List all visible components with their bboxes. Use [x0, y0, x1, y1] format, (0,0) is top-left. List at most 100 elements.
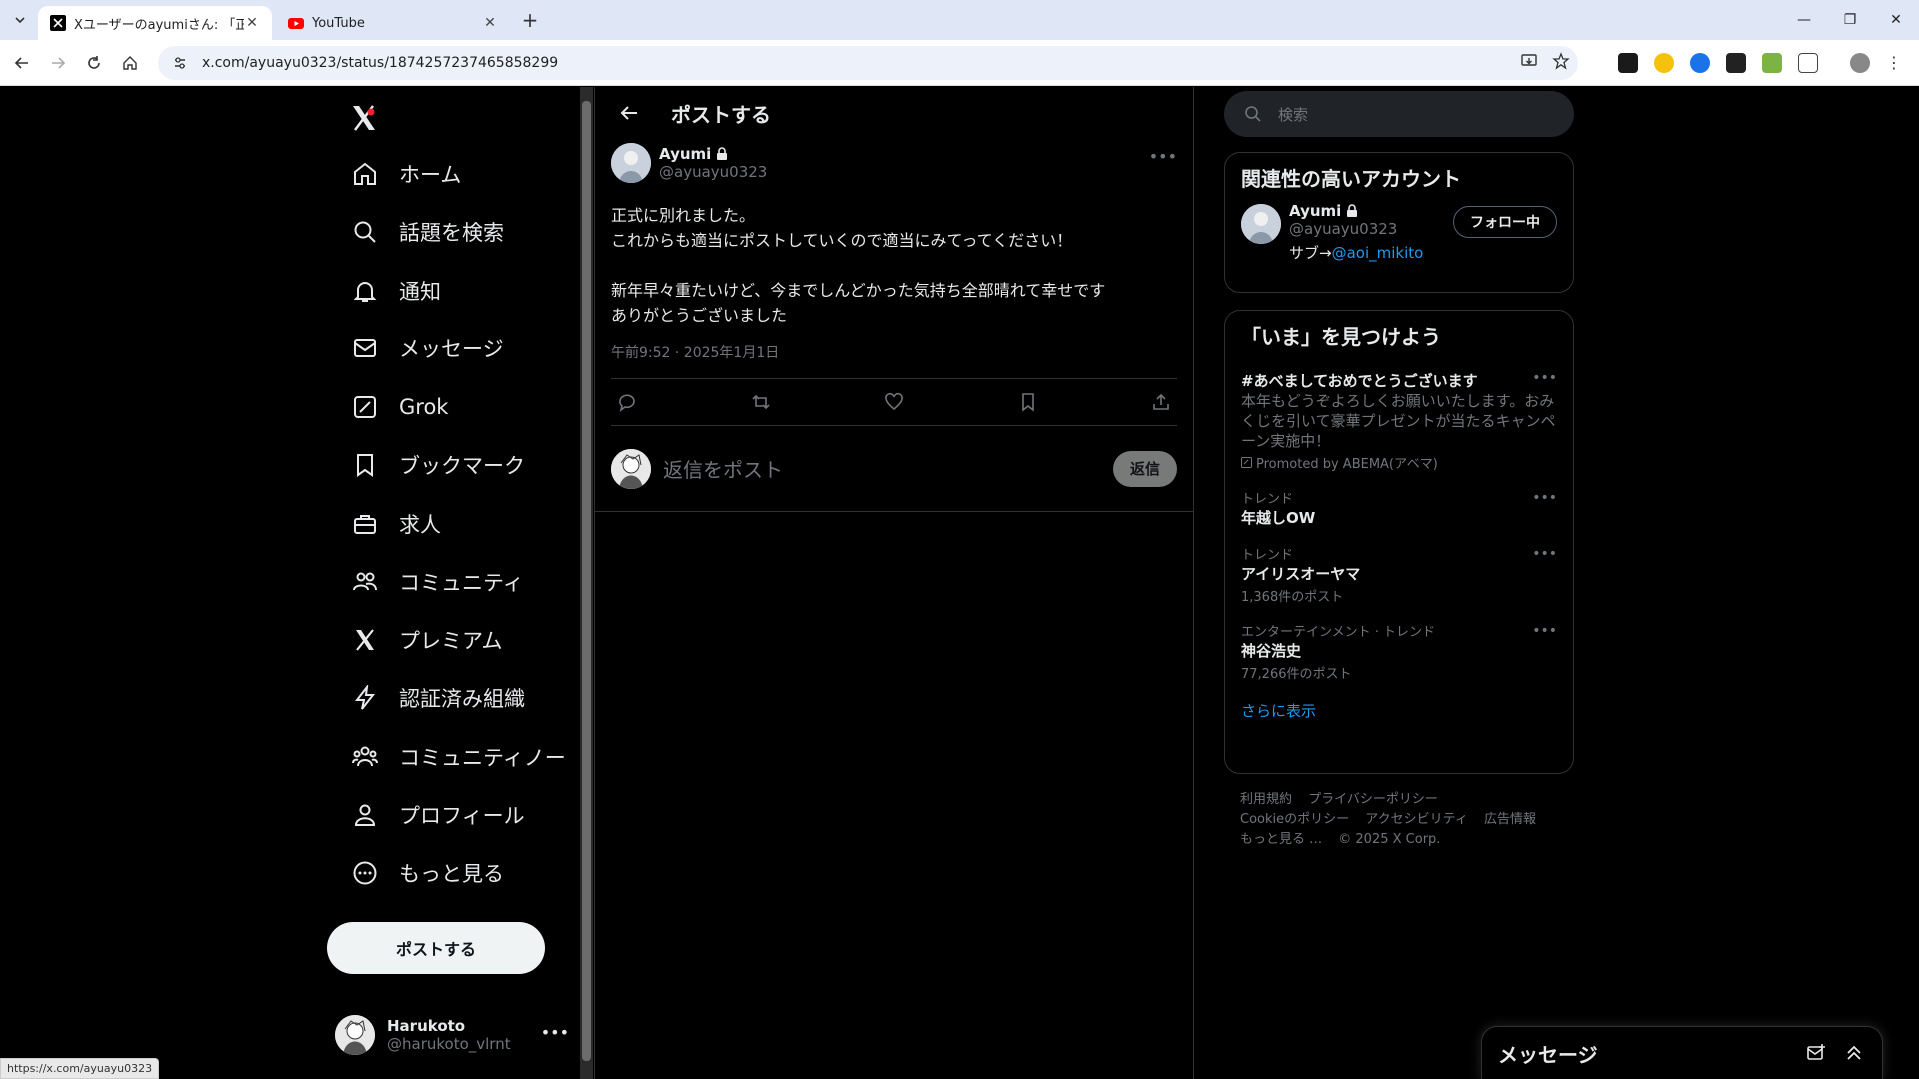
trend-item[interactable]: トレンド 年越しOW •••: [1225, 480, 1573, 536]
suggested-account[interactable]: Ayumi @ayuayu0323 サブ→@aoi_mikito フォロー中: [1225, 202, 1573, 278]
extension-icon[interactable]: [1726, 53, 1746, 73]
back-arrow-icon[interactable]: [611, 95, 647, 131]
new-message-icon[interactable]: [1804, 1041, 1828, 1065]
expand-chevron-up-icon[interactable]: [1842, 1041, 1866, 1065]
reload-icon[interactable]: [80, 49, 108, 77]
account-name[interactable]: Ayumi: [1289, 202, 1341, 220]
back-icon[interactable]: [8, 49, 36, 77]
nav-verified-orgs[interactable]: 認証済み組織: [339, 673, 537, 723]
x-logo-icon[interactable]: [339, 93, 389, 143]
avatar: [335, 1015, 375, 1055]
nav-community-notes[interactable]: コミュニティノー: [339, 732, 578, 782]
author-name[interactable]: Ayumi: [659, 145, 711, 163]
new-tab-icon[interactable]: +: [518, 8, 542, 32]
site-info-icon[interactable]: [170, 53, 190, 73]
author-handle[interactable]: @ayuayu0323: [659, 163, 767, 181]
more-dots-icon[interactable]: •••: [541, 1023, 569, 1042]
bookmark-star-icon[interactable]: [1552, 52, 1570, 70]
footer-link[interactable]: Cookieのポリシー: [1240, 812, 1349, 827]
nav-grok[interactable]: Grok: [339, 382, 460, 432]
tab-close-icon[interactable]: ✕: [244, 15, 260, 31]
scrollbar-thumb[interactable]: [582, 101, 591, 1061]
post-line: 正式に別れました。: [611, 206, 756, 225]
nav-notifications[interactable]: 通知: [339, 266, 453, 316]
person-icon: [351, 801, 379, 829]
nav-more[interactable]: もっと見る: [339, 848, 516, 898]
right-sidebar: 検索 関連性の高いアカウント Ayumi @ayuayu0323 サブ→@aoi…: [1224, 87, 1574, 1079]
nav-explore[interactable]: 話題を検索: [339, 207, 516, 257]
nav-jobs[interactable]: 求人: [339, 499, 453, 549]
profile-avatar-icon[interactable]: [1850, 53, 1870, 73]
more-dots-icon[interactable]: •••: [1532, 490, 1557, 506]
following-button[interactable]: フォロー中: [1453, 206, 1557, 238]
address-bar[interactable]: x.com/ayuayu0323/status/1874257237465858…: [158, 46, 1578, 80]
browser-tab-bar: Xユーザーのayumiさん: 「正式に別 ✕ YouTube ✕ + — ❐ ✕: [0, 0, 1919, 40]
nav-premium[interactable]: プレミアム: [339, 615, 515, 665]
like-heart-icon[interactable]: [882, 390, 906, 414]
footer-link[interactable]: 広告情報: [1484, 812, 1536, 827]
show-more-link[interactable]: さらに表示: [1225, 690, 1573, 739]
share-icon[interactable]: [1149, 390, 1173, 414]
footer-link[interactable]: プライバシーポリシー: [1308, 792, 1438, 807]
browser-menu-icon[interactable]: ⋮: [1884, 53, 1904, 73]
repost-icon[interactable]: [749, 390, 773, 414]
promoted-trend[interactable]: #あべましておめでとうございます 本年もどうぞよろしくお願いいたします。おみくじ…: [1225, 360, 1573, 480]
post-line: [611, 253, 1177, 278]
tab-close-icon[interactable]: ✕: [482, 15, 498, 31]
reply-icon[interactable]: [615, 390, 639, 414]
post-button[interactable]: ポストする: [327, 922, 545, 974]
trend-item[interactable]: トレンド アイリスオーヤマ 1,368件のポスト •••: [1225, 536, 1573, 613]
restore-icon[interactable]: ❐: [1827, 0, 1873, 40]
home-browser-icon[interactable]: [116, 49, 144, 77]
avatar[interactable]: [611, 143, 651, 183]
nav-profile[interactable]: プロフィール: [339, 790, 537, 840]
nav-messages[interactable]: メッセージ: [339, 323, 516, 373]
extension-icon[interactable]: [1618, 53, 1638, 73]
post-line: ありがとうございました: [611, 306, 788, 325]
post-author[interactable]: Ayumi @ayuayu0323: [611, 139, 1177, 187]
tab-youtube[interactable]: YouTube ✕: [276, 6, 510, 40]
page-scrollbar[interactable]: [580, 87, 593, 1079]
minimize-icon[interactable]: —: [1781, 0, 1827, 40]
extension-icon[interactable]: [1654, 53, 1674, 73]
youtube-favicon-icon: [288, 15, 304, 31]
footer-link[interactable]: もっと見る …: [1240, 832, 1322, 847]
trend-item[interactable]: エンターテインメント · トレンド 神谷浩史 77,266件のポスト •••: [1225, 613, 1573, 690]
extension-icon[interactable]: [1762, 53, 1782, 73]
account-switcher[interactable]: Harukoto @harukoto_vlrnt •••: [335, 1005, 575, 1065]
extension-icon[interactable]: [1690, 53, 1710, 73]
install-app-icon[interactable]: [1520, 52, 1538, 70]
window-close-icon[interactable]: ✕: [1873, 0, 1919, 40]
account-name-row[interactable]: Ayumi: [1289, 202, 1423, 220]
search-input[interactable]: 検索: [1224, 91, 1574, 137]
left-navigation: ホーム 話題を検索 通知 メッセージ Grok ブックマーク 求人 コミュニティ…: [325, 87, 575, 1079]
post-actions: [611, 378, 1177, 426]
author-name-row[interactable]: Ayumi: [659, 145, 767, 163]
tab-search-chevron-icon[interactable]: [8, 8, 32, 32]
messages-drawer[interactable]: メッセージ: [1481, 1026, 1883, 1079]
footer-link[interactable]: 利用規約: [1240, 792, 1292, 807]
reply-button[interactable]: 返信: [1113, 450, 1177, 487]
trend-meta: トレンド: [1241, 548, 1294, 563]
briefcase-icon: [351, 510, 379, 538]
more-dots-icon[interactable]: •••: [1532, 623, 1557, 639]
reply-input[interactable]: 返信をポスト: [663, 454, 1113, 483]
communities-icon: [351, 568, 379, 596]
nav-label: 話題を検索: [399, 221, 504, 245]
footer-link[interactable]: アクセシビリティ: [1365, 812, 1468, 827]
nav-communities[interactable]: コミュニティ: [339, 557, 536, 607]
avatar[interactable]: [1241, 204, 1281, 244]
more-dots-icon[interactable]: •••: [1532, 546, 1557, 562]
post-detail: Ayumi @ayuayu0323 ••• 正式に別れました。 これからも適当に…: [595, 139, 1193, 426]
more-dots-icon[interactable]: •••: [1149, 147, 1177, 166]
nav-label: 認証済み組織: [399, 687, 525, 711]
nav-bookmarks[interactable]: ブックマーク: [339, 440, 537, 490]
forward-icon[interactable]: [44, 49, 72, 77]
more-dots-icon[interactable]: •••: [1532, 370, 1557, 386]
post-timestamp[interactable]: 午前9:52 · 2025年1月1日: [611, 342, 1177, 362]
nav-home[interactable]: ホーム: [339, 149, 473, 199]
extensions-puzzle-icon[interactable]: [1798, 53, 1818, 73]
bio-link[interactable]: @aoi_mikito: [1332, 244, 1424, 262]
bookmark-icon[interactable]: [1016, 390, 1040, 414]
tab-x-post[interactable]: Xユーザーのayumiさん: 「正式に別 ✕: [38, 6, 272, 40]
